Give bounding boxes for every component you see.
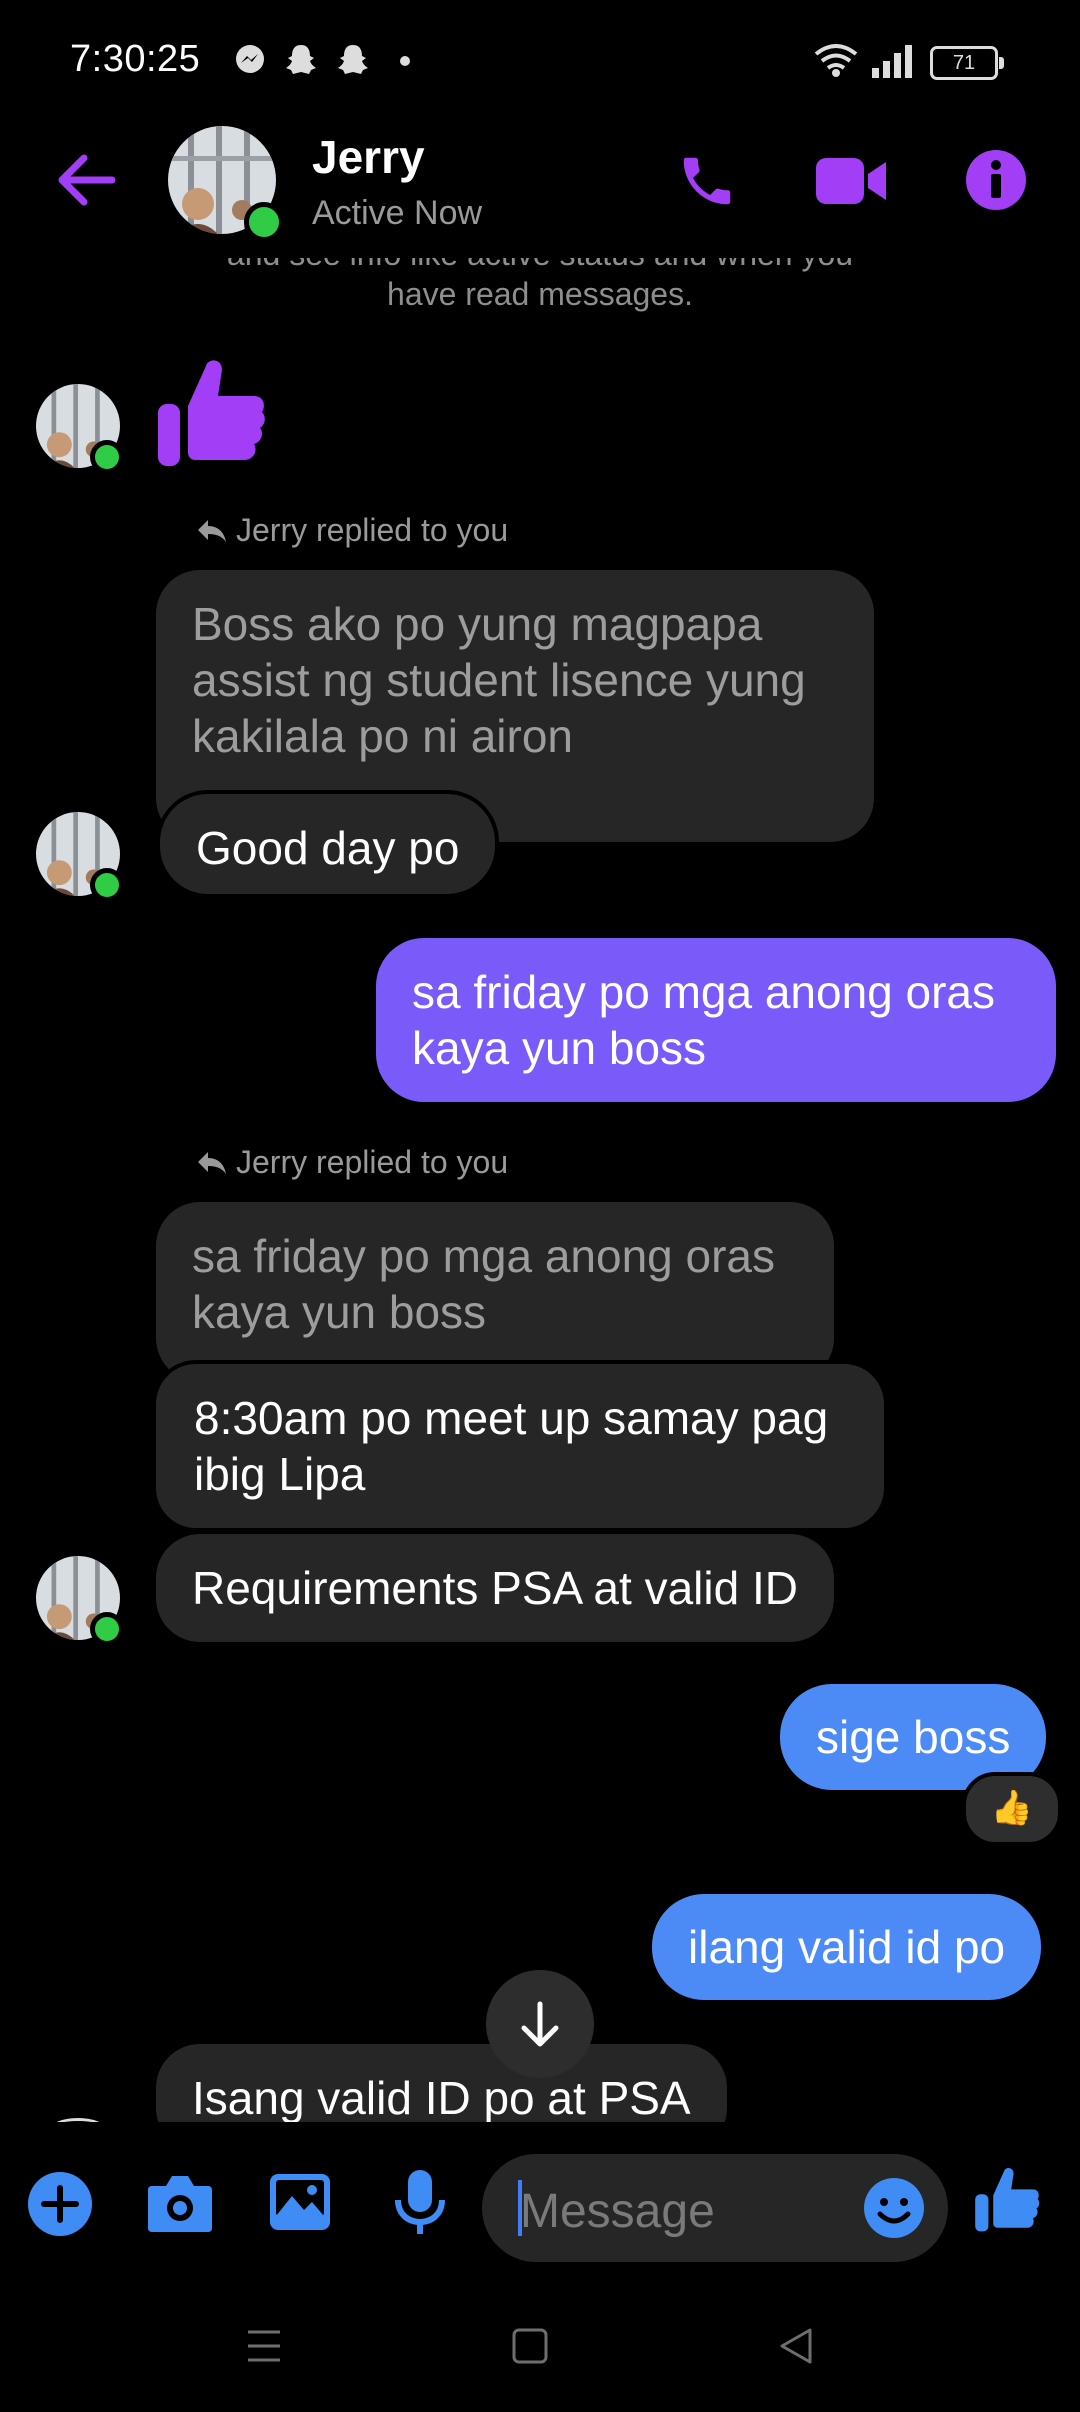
contact-name[interactable]: Jerry [312,130,425,184]
quoted-message[interactable]: sa friday po mga anong oras kaya yun bos… [156,1202,834,1382]
status-time: 7:30:25 [70,38,201,80]
wifi-icon [814,44,858,77]
home-nav-icon[interactable] [510,2326,550,2366]
signal-icon [872,45,912,78]
mic-icon[interactable] [392,2168,448,2238]
online-status-indicator [90,868,124,902]
reply-icon [198,1151,226,1174]
message-reaction[interactable]: 👍 [962,1772,1062,1846]
chat-notice: have read messages. [387,276,693,312]
image-icon[interactable] [268,2172,332,2232]
thumbs-up-icon[interactable] [974,2164,1040,2234]
contact-active-status: Active Now [312,194,483,232]
reply-label-text: Jerry replied to you [236,1144,509,1180]
back-nav-icon[interactable] [776,2326,816,2366]
scroll-to-bottom-button[interactable] [486,1970,594,2078]
info-icon[interactable] [964,148,1028,212]
battery-indicator: 71 [930,46,1004,80]
incoming-message[interactable]: Good day po [156,790,500,898]
status-bar: 7:30:25 71 [0,0,1080,120]
reply-label-text: Jerry replied to you [236,512,509,548]
menu-nav-icon[interactable] [244,2326,284,2366]
online-status-indicator [90,1612,124,1646]
incoming-message[interactable]: Isang valid ID po at PSA [156,2044,727,2122]
message-input[interactable]: Message [520,2184,715,2239]
contact-avatar-small [50,2118,106,2122]
outgoing-message[interactable]: ilang valid id po [652,1894,1042,2000]
incoming-message[interactable]: Requirements PSA at valid ID [156,1534,834,1642]
reply-label: Jerry replied to you [196,1144,508,1181]
phone-icon[interactable] [676,150,738,212]
more-notifications-dot [400,56,410,66]
thumbs-up-icon [158,360,265,466]
messenger-notification-icon [236,45,264,73]
arrow-down-icon [521,2001,559,2047]
emoji-icon[interactable] [862,2176,926,2240]
video-icon[interactable] [814,152,888,210]
online-status-indicator [244,202,284,242]
online-status-indicator [90,440,124,474]
camera-icon[interactable] [146,2172,214,2234]
incoming-message[interactable]: 8:30am po meet up samay pag ibig Lipa [152,1360,888,1532]
snapchat-notification-icon [286,45,316,74]
snapchat-notification-icon [338,45,368,74]
reply-icon [198,519,226,542]
back-arrow-icon[interactable] [54,152,118,208]
outgoing-message[interactable]: sa friday po mga anong oras kaya yun bos… [376,938,1056,1102]
plus-icon[interactable] [26,2170,94,2238]
reply-label: Jerry replied to you [196,512,508,549]
